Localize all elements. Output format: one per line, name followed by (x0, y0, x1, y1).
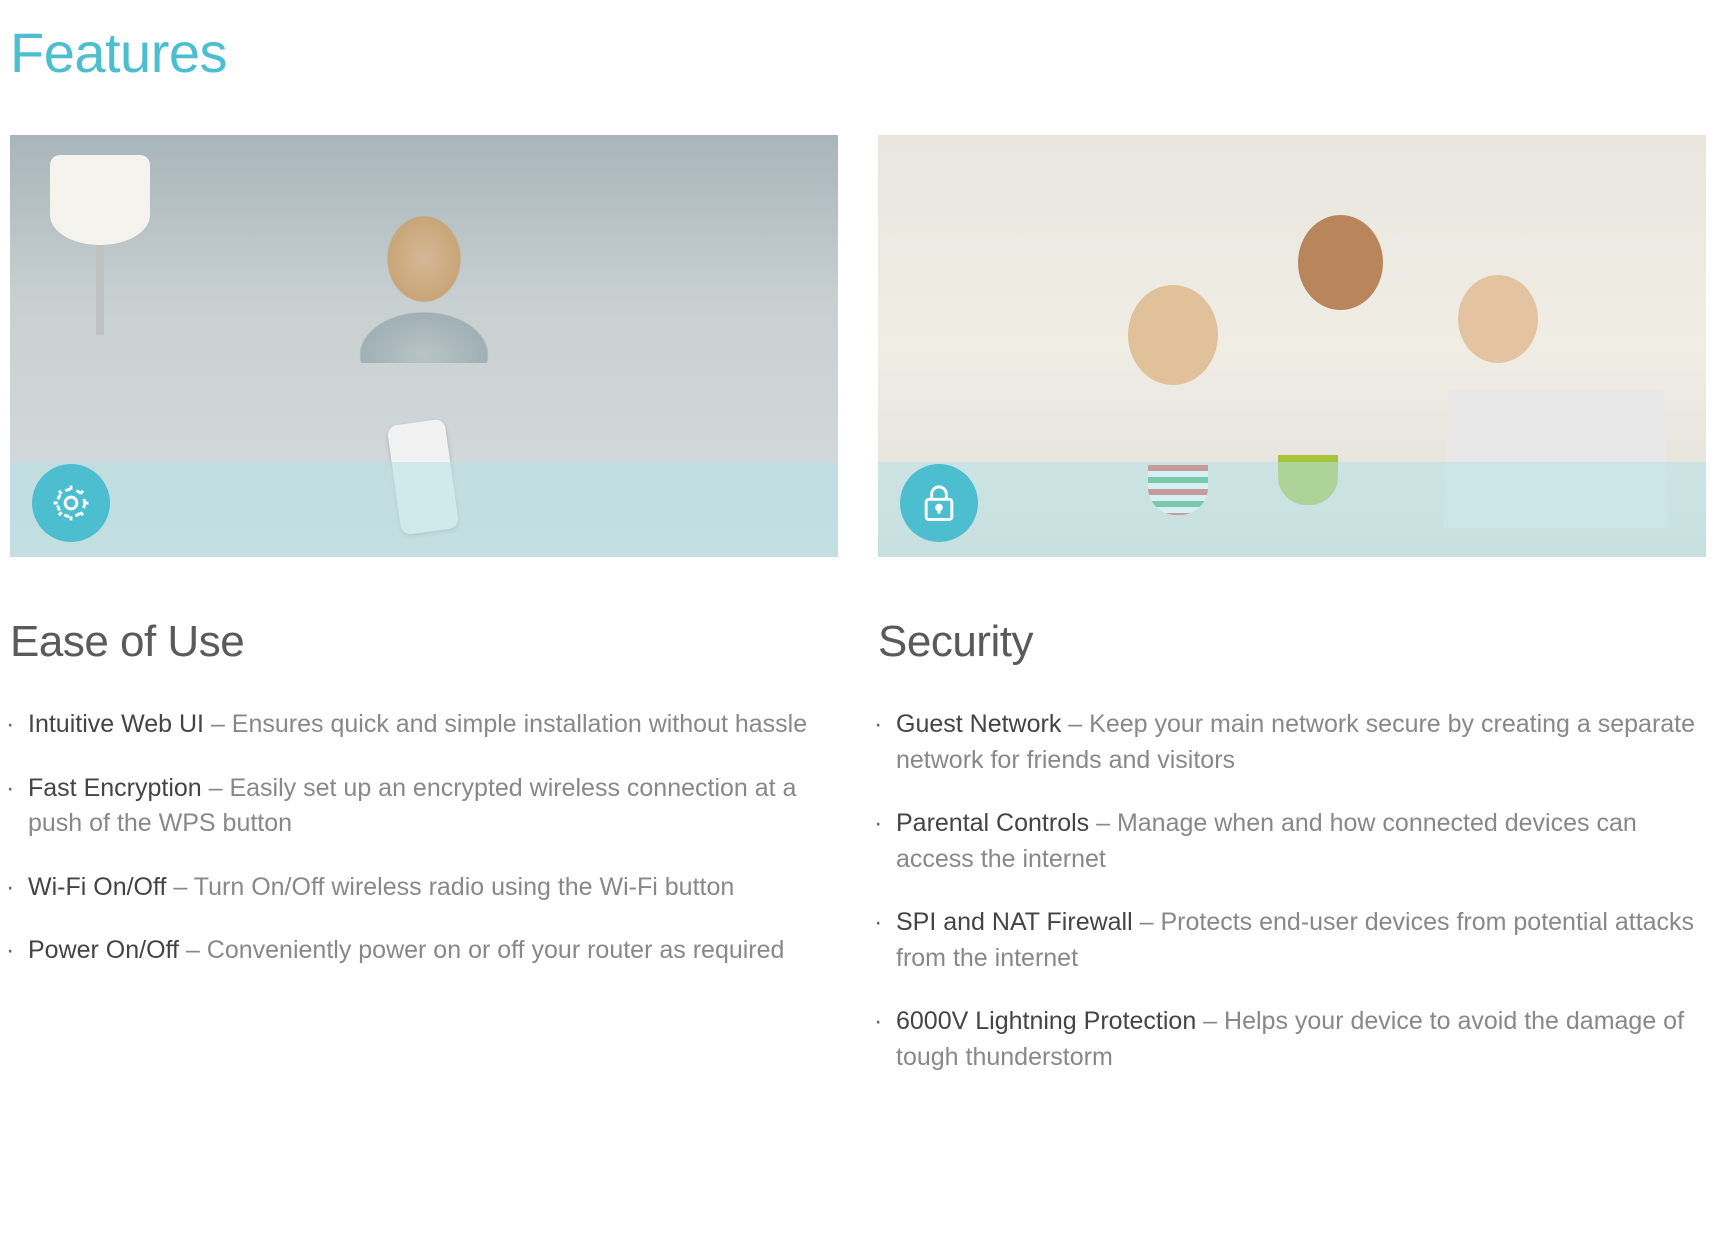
lamp-decor (40, 155, 160, 335)
feature-term: 6000V Lightning Protection (896, 1007, 1196, 1035)
list-item: Power On/Off – Conveniently power on or … (10, 933, 838, 969)
list-item: Parental Controls – Manage when and how … (878, 806, 1706, 877)
list-item: Wi-Fi On/Off – Turn On/Off wireless radi… (10, 870, 838, 906)
list-item: Fast Encryption – Easily set up an encry… (10, 771, 838, 842)
feature-term: Power On/Off (28, 936, 179, 964)
image-overlay (878, 462, 1706, 557)
heading-security: Security (878, 617, 1706, 667)
feature-desc: – Ensures quick and simple installation … (204, 710, 807, 738)
feature-image-security (878, 135, 1706, 557)
list-item: Intuitive Web UI – Ensures quick and sim… (10, 707, 838, 743)
page-title: Features (10, 20, 1706, 85)
person-illustration (354, 203, 494, 363)
feature-list-security: Guest Network – Keep your main network s… (878, 707, 1706, 1075)
feature-term: Guest Network (896, 710, 1061, 738)
feature-desc: – Turn On/Off wireless radio using the W… (166, 873, 734, 901)
lock-icon-badge (900, 464, 978, 542)
person-head (1458, 275, 1538, 363)
column-security: Security Guest Network – Keep your main … (878, 135, 1706, 1103)
feature-desc: – Conveniently power on or off your rout… (179, 936, 784, 964)
list-item: 6000V Lightning Protection – Helps your … (878, 1004, 1706, 1075)
feature-term: Wi-Fi On/Off (28, 873, 166, 901)
lock-icon (917, 481, 961, 525)
list-item: Guest Network – Keep your main network s… (878, 707, 1706, 778)
column-ease-of-use: Ease of Use Intuitive Web UI – Ensures q… (10, 135, 838, 1103)
feature-image-ease (10, 135, 838, 557)
list-item: SPI and NAT Firewall – Protects end-user… (878, 905, 1706, 976)
person-head (1298, 215, 1383, 310)
feature-term: SPI and NAT Firewall (896, 908, 1133, 936)
person-head (1128, 285, 1218, 385)
features-columns: Ease of Use Intuitive Web UI – Ensures q… (10, 135, 1706, 1103)
gear-icon-badge (32, 464, 110, 542)
feature-term: Fast Encryption (28, 774, 202, 802)
feature-term: Intuitive Web UI (28, 710, 204, 738)
image-overlay (10, 462, 838, 557)
feature-term: Parental Controls (896, 809, 1089, 837)
heading-ease-of-use: Ease of Use (10, 617, 838, 667)
feature-list-ease: Intuitive Web UI – Ensures quick and sim… (10, 707, 838, 969)
gear-icon (49, 481, 93, 525)
